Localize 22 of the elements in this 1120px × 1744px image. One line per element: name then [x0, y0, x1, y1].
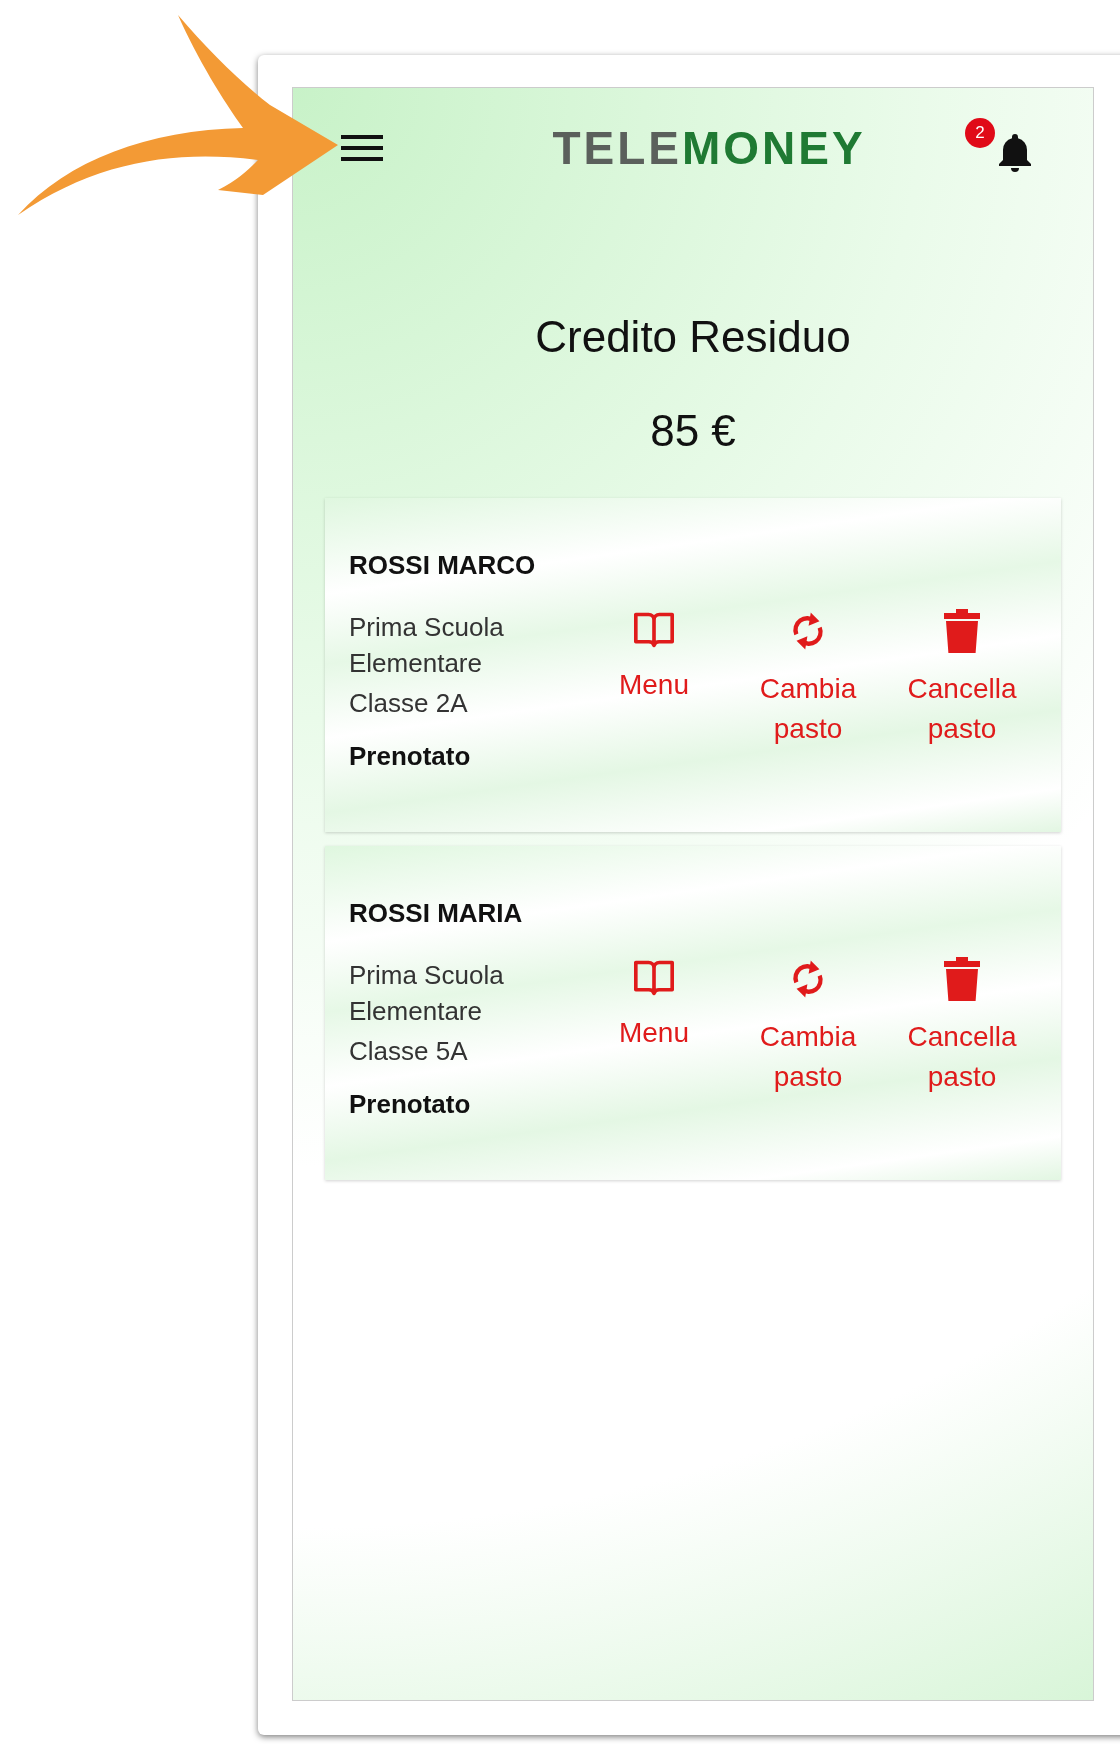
- school-name: Prima Scuola Elementare: [349, 959, 505, 1028]
- balance-amount: 85 €: [650, 405, 736, 457]
- action-button[interactable]: Cambia pasto: [733, 609, 883, 749]
- action-button[interactable]: Menu: [579, 609, 729, 749]
- trash-icon: [944, 957, 980, 1001]
- student-name: ROSSI MARCO: [349, 549, 537, 582]
- student-name: ROSSI MARIA: [349, 897, 524, 930]
- booking-status: Prenotato: [349, 740, 472, 773]
- action-button[interactable]: Cancella pasto: [887, 609, 1037, 749]
- school-name: Prima Scuola Elementare: [349, 611, 505, 680]
- action-button[interactable]: Cancella pasto: [887, 957, 1037, 1097]
- app-logo: TELEMONEY: [552, 120, 866, 176]
- action-button[interactable]: Menu: [579, 957, 729, 1097]
- bell-icon[interactable]: [997, 134, 1033, 174]
- class-name: Classe 5A: [349, 1035, 469, 1068]
- balance-title: Credito Residuo: [535, 311, 851, 363]
- menu-icon[interactable]: [341, 133, 383, 163]
- class-name: Classe 2A: [349, 687, 469, 720]
- action-button[interactable]: Cambia pasto: [733, 957, 883, 1097]
- booking-status: Prenotato: [349, 1088, 472, 1121]
- notification-badge: 2: [965, 118, 995, 148]
- trash-icon: [944, 609, 980, 653]
